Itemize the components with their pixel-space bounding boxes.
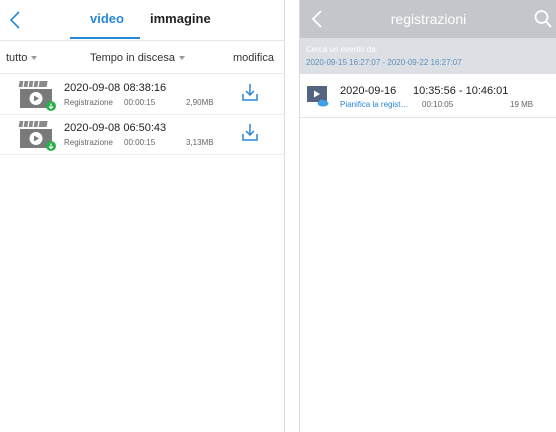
caret-down-icon — [31, 56, 38, 61]
video-thumbnail-icon — [18, 120, 56, 151]
search-icon[interactable] — [533, 8, 553, 30]
tab-immagine[interactable]: immagine — [150, 11, 211, 26]
search-range-value[interactable]: 2020-09-15 16:27:07 - 2020-09-22 16:27:0… — [306, 58, 462, 67]
recording-description: Pianifica la registrazione — [340, 100, 410, 109]
recording-size: 19 MB — [510, 100, 534, 109]
download-icon[interactable] — [241, 83, 259, 103]
edit-button[interactable]: modifica — [233, 52, 274, 64]
back-arrow-icon[interactable] — [6, 9, 26, 31]
tab-video[interactable]: video — [90, 11, 124, 26]
recording-duration: 00:10:05 — [422, 100, 454, 109]
panel-gap — [285, 0, 299, 432]
recording-size: 2,90MB — [186, 98, 214, 107]
list-item[interactable]: 2020-09-08 08:38:16 Registrazione 00:00:… — [0, 75, 285, 115]
sort-label: Tempo in discesa — [90, 52, 175, 64]
recording-date: 2020-09-16 — [340, 85, 397, 97]
caret-down-icon — [179, 56, 185, 61]
cloud-recordings-panel: registrazioni Cerca un evento da: 2020-0… — [299, 0, 556, 432]
cloud-video-thumbnail-icon — [307, 86, 329, 107]
right-header: registrazioni — [300, 0, 556, 38]
list-item[interactable]: 2020-09-16 10:35:56 - 10:46:01 Pianifica… — [300, 78, 556, 118]
local-recordings-panel: video immagine tutto Tempo in discesa mo… — [0, 0, 285, 432]
search-range-bar: Cerca un evento da: 2020-09-15 16:27:07 … — [300, 38, 556, 74]
filter-all-label: tutto — [6, 52, 28, 64]
filter-all-dropdown[interactable]: tutto — [6, 52, 38, 64]
recording-size: 3,13MB — [186, 138, 214, 147]
recording-time-range: 10:35:56 - 10:46:01 — [413, 85, 509, 97]
filter-bar: tutto Tempo in discesa modifica — [0, 42, 285, 74]
recording-name: Registrazione — [64, 138, 113, 147]
recording-duration: 00:00:15 — [124, 98, 156, 107]
search-range-label: Cerca un evento da: — [306, 45, 379, 54]
recording-datetime: 2020-09-08 06:50:43 — [64, 122, 167, 134]
left-top-bar: video immagine — [0, 0, 285, 41]
recording-name: Registrazione — [64, 98, 113, 107]
sort-dropdown[interactable]: Tempo in discesa — [90, 52, 185, 64]
recording-duration: 00:00:15 — [124, 138, 156, 147]
page-title: registrazioni — [390, 11, 467, 27]
download-icon[interactable] — [241, 123, 259, 143]
active-tab-indicator — [70, 37, 140, 39]
video-thumbnail-icon — [18, 80, 56, 111]
list-item[interactable]: 2020-09-08 06:50:43 Registrazione 00:00:… — [0, 115, 285, 155]
recording-datetime: 2020-09-08 08:38:16 — [64, 82, 167, 94]
